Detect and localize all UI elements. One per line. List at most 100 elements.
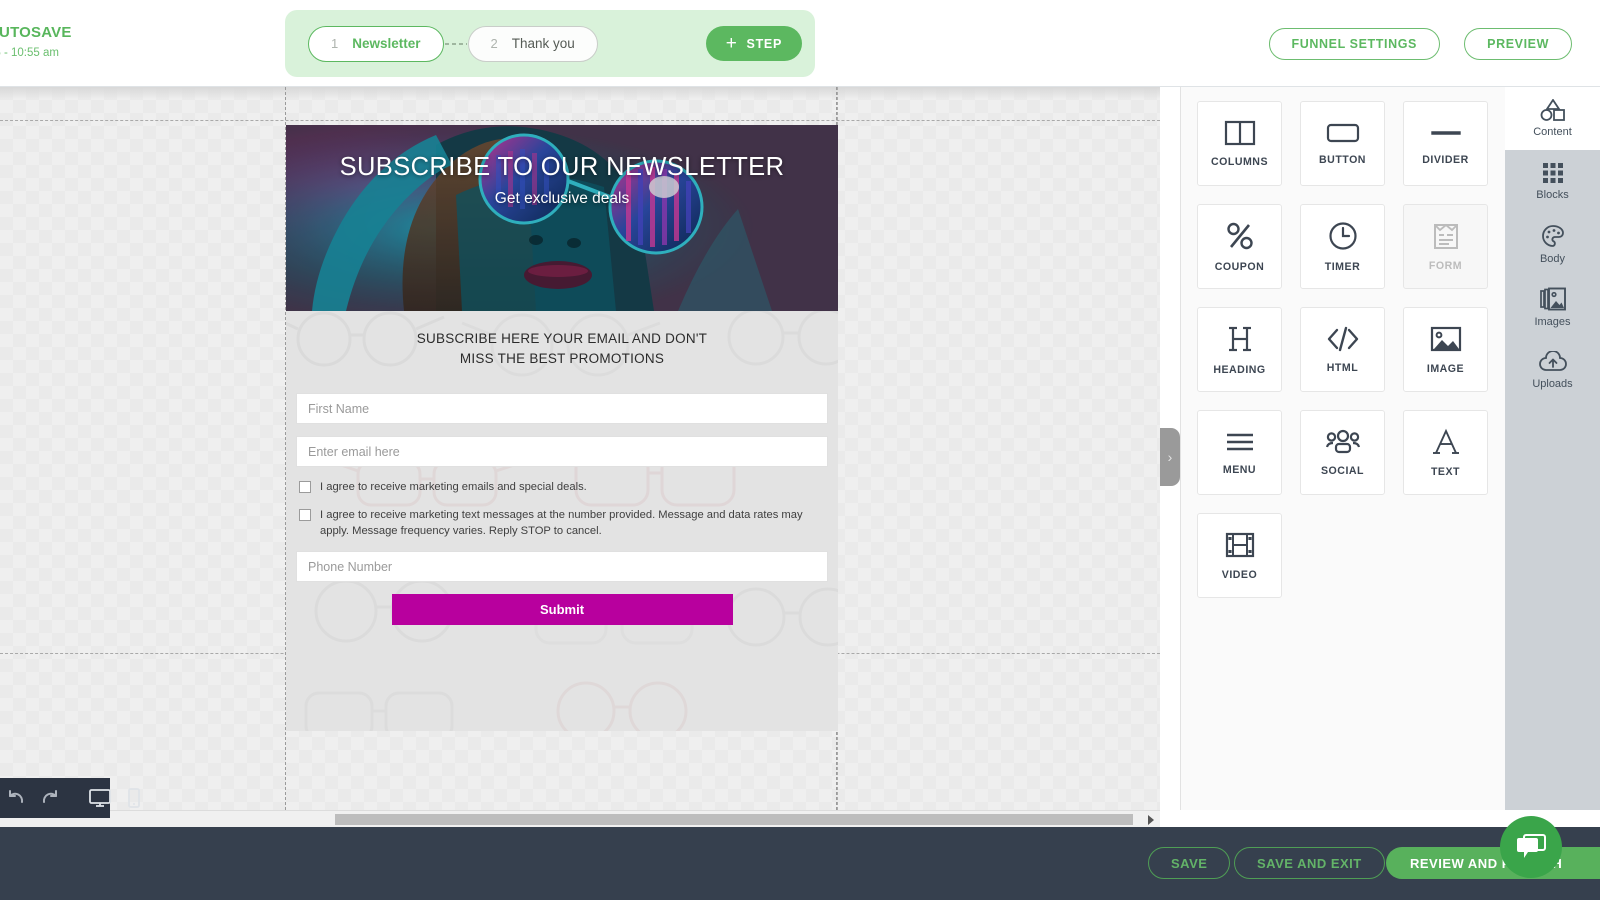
step-number: 2 [491, 36, 498, 51]
step-chip-thank-you[interactable]: 2 Thank you [468, 26, 598, 62]
button-icon [1326, 122, 1360, 144]
rail-label: Body [1540, 253, 1565, 265]
tile-label: MENU [1223, 464, 1256, 476]
add-step-label: STEP [747, 37, 782, 51]
hero-title: SUBSCRIBE TO OUR NEWSLETTER [286, 153, 838, 182]
block-tile-menu[interactable]: MENU [1197, 410, 1282, 495]
email-canvas[interactable]: SUBSCRIBE TO OUR NEWSLETTER Get exclusiv… [0, 87, 1160, 810]
panel-tab-rail: Content Blocks Body [1505, 87, 1600, 810]
email-input[interactable]: Enter email here [296, 436, 828, 467]
tile-label: FORM [1429, 260, 1462, 272]
consent-sms-label: I agree to receive marketing text messag… [320, 507, 827, 539]
palette-icon [1541, 224, 1565, 248]
preview-button[interactable]: PREVIEW [1464, 28, 1572, 60]
funnel-settings-button[interactable]: FUNNEL SETTINGS [1269, 28, 1440, 60]
block-tile-video[interactable]: VIDEO [1197, 513, 1282, 598]
tile-label: DIVIDER [1422, 154, 1468, 166]
first-name-input[interactable]: First Name [296, 393, 828, 424]
canvas-mini-toolbar [0, 778, 110, 818]
autosave-timestamp: 05 - 10:55 am [0, 47, 72, 59]
block-tile-divider[interactable]: DIVIDER [1403, 101, 1488, 186]
tile-label: BUTTON [1319, 154, 1366, 166]
tile-label: TEXT [1431, 466, 1460, 478]
hero-subtitle: Get exclusive deals [286, 190, 838, 208]
funnel-steps-bar: 1 Newsletter 2 Thank you + STEP [285, 10, 815, 77]
block-tile-image[interactable]: IMAGE [1403, 307, 1488, 392]
block-tile-coupon[interactable]: COUPON [1197, 204, 1282, 289]
clock-icon [1328, 221, 1358, 251]
phone-input[interactable]: Phone Number [296, 551, 828, 582]
step-label: Thank you [512, 36, 575, 51]
submit-button[interactable]: Submit [392, 594, 733, 625]
tile-label: VIDEO [1222, 569, 1257, 581]
step-label: Newsletter [352, 36, 420, 51]
film-icon [1225, 531, 1255, 559]
autosave-label: AUTOSAVE [0, 24, 72, 41]
chat-widget-button[interactable] [1500, 816, 1562, 878]
grid-icon [1542, 162, 1564, 184]
block-tile-text[interactable]: TEXT [1403, 410, 1488, 495]
panel-collapse-handle[interactable]: › [1160, 428, 1180, 486]
form-heading-line-2: MISS THE BEST PROMOTIONS [295, 349, 829, 369]
form-heading: SUBSCRIBE HERE YOUR EMAIL AND DON'T MISS… [295, 329, 829, 369]
consent-sms-row[interactable]: I agree to receive marketing text messag… [295, 507, 829, 539]
horizontal-scroll-thumb[interactable] [335, 814, 1133, 825]
scroll-right-arrow[interactable] [1141, 811, 1160, 828]
block-tile-social[interactable]: SOCIAL [1300, 410, 1385, 495]
chat-icon [1516, 833, 1546, 861]
mobile-view-icon[interactable] [126, 788, 142, 808]
code-icon [1326, 326, 1360, 352]
canvas-horizontal-scrollbar[interactable] [0, 810, 1160, 827]
review-and-publish-button[interactable]: REVIEW AND PUBLISH [1386, 847, 1600, 879]
bottom-action-bar: SAVE SAVE AND EXIT REVIEW AND PUBLISH [0, 827, 1600, 900]
signup-form-block[interactable]: SUBSCRIBE HERE YOUR EMAIL AND DON'T MISS… [286, 311, 838, 731]
add-step-button[interactable]: + STEP [706, 26, 802, 61]
block-tile-html[interactable]: HTML [1300, 307, 1385, 392]
block-tile-columns[interactable]: COLUMNS [1197, 101, 1282, 186]
block-tile-timer[interactable]: TIMER [1300, 204, 1385, 289]
consent-email-label: I agree to receive marketing emails and … [320, 479, 587, 495]
consent-email-checkbox[interactable] [299, 481, 311, 493]
hero-image-block[interactable]: SUBSCRIBE TO OUR NEWSLETTER Get exclusiv… [286, 125, 838, 311]
save-button[interactable]: SAVE [1148, 847, 1230, 879]
consent-sms-checkbox[interactable] [299, 509, 311, 521]
rail-tab-body[interactable]: Body [1505, 213, 1600, 276]
form-heading-line-1: SUBSCRIBE HERE YOUR EMAIL AND DON'T [295, 329, 829, 349]
block-tile-form: FORM [1403, 204, 1488, 289]
block-tile-heading[interactable]: HEADING [1197, 307, 1282, 392]
tile-label: TIMER [1325, 261, 1360, 273]
heading-icon [1226, 324, 1254, 354]
step-chip-newsletter[interactable]: 1 Newsletter [308, 26, 444, 62]
divider-icon [1430, 122, 1462, 144]
menu-icon [1224, 430, 1256, 454]
autosave-status: AUTOSAVE 05 - 10:55 am [0, 24, 72, 59]
email-body-container[interactable]: SUBSCRIBE TO OUR NEWSLETTER Get exclusiv… [285, 87, 837, 810]
consent-email-row[interactable]: I agree to receive marketing emails and … [295, 479, 829, 495]
tile-label: COUPON [1215, 261, 1265, 273]
photos-icon [1540, 287, 1566, 311]
rail-label: Images [1534, 316, 1570, 328]
hero-text-overlay: SUBSCRIBE TO OUR NEWSLETTER Get exclusiv… [286, 153, 838, 208]
save-and-exit-button[interactable]: SAVE AND EXIT [1234, 847, 1385, 879]
upload-icon [1539, 351, 1567, 373]
rail-label: Content [1533, 126, 1572, 138]
tile-label: SOCIAL [1321, 465, 1364, 477]
redo-icon[interactable] [40, 788, 60, 808]
chevron-right-icon: › [1168, 449, 1173, 465]
rail-tab-blocks[interactable]: Blocks [1505, 150, 1600, 213]
rail-tab-uploads[interactable]: Uploads [1505, 339, 1600, 402]
rail-label: Uploads [1532, 378, 1572, 390]
block-tile-button[interactable]: BUTTON [1300, 101, 1385, 186]
shapes-icon [1540, 99, 1566, 121]
rail-tab-images[interactable]: Images [1505, 276, 1600, 339]
rail-tab-content[interactable]: Content [1505, 87, 1600, 150]
tile-label: HEADING [1213, 364, 1265, 376]
columns-icon [1224, 120, 1256, 146]
tile-label: HTML [1327, 362, 1358, 374]
desktop-view-icon[interactable] [88, 788, 112, 808]
rail-label: Blocks [1536, 189, 1568, 201]
image-icon [1430, 325, 1462, 353]
undo-icon[interactable] [6, 788, 26, 808]
content-tile-grid: COLUMNS BUTTON DIVIDER [1181, 87, 1505, 612]
text-a-icon [1432, 428, 1460, 456]
